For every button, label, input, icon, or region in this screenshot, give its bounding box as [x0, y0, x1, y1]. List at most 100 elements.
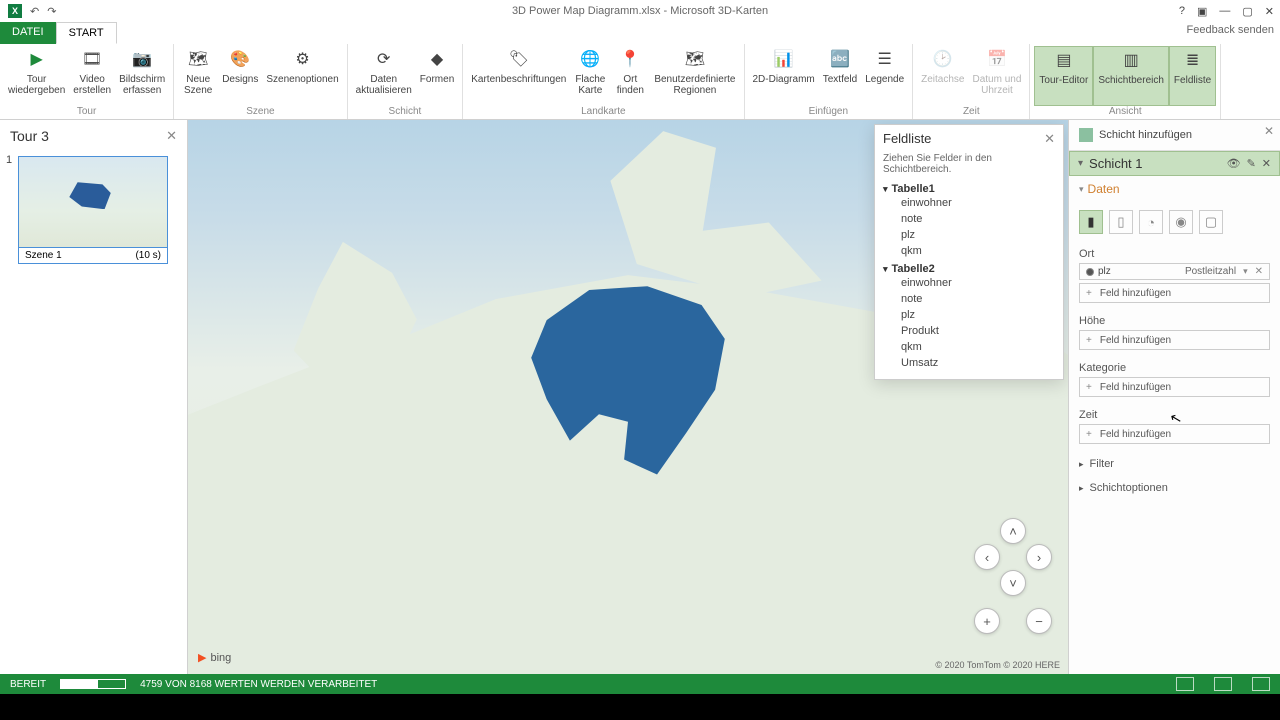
textfield-button[interactable]: 🔤Textfeld [819, 46, 861, 106]
layer-visibility-icon[interactable]: 👁 [1227, 157, 1241, 170]
fieldlist-hint: Ziehen Sie Felder in den Schichtbereich. [875, 153, 1063, 181]
create-video-button[interactable]: 🎞Video erstellen [69, 46, 115, 106]
bing-logo: ▶bing [198, 651, 231, 664]
layer-pane-close-icon[interactable]: ✕ [1264, 124, 1274, 138]
tour-pane-close-icon[interactable]: ✕ [166, 128, 177, 144]
window-title: 3D Power Map Diagramm.xlsx - Microsoft 3… [512, 5, 768, 17]
refresh-data-button[interactable]: ⟳Daten aktualisieren [352, 46, 416, 106]
group-layer-label: Schicht [352, 106, 459, 119]
layer-options-section[interactable]: Schichtoptionen [1069, 476, 1280, 500]
status-progress-text: 4759 VON 8168 WERTEN WERDEN VERARBEITET [140, 679, 377, 690]
field-item[interactable]: plz [883, 307, 1055, 323]
scene-duration: (10 s) [135, 250, 161, 261]
tour-title: Tour 3 [10, 128, 49, 144]
capture-screen-button[interactable]: 📷Bildschirm erfassen [115, 46, 169, 106]
designs-button[interactable]: 🎨Designs [218, 46, 262, 106]
minimize-icon[interactable]: — [1219, 5, 1230, 18]
filter-section[interactable]: Filter [1069, 452, 1280, 476]
zoom-out-button[interactable]: − [1026, 608, 1052, 634]
tab-start[interactable]: START [56, 22, 117, 44]
layer-rename-icon[interactable]: ✎ [1247, 157, 1256, 170]
zeit-add-field[interactable]: Feld hinzufügen [1079, 424, 1270, 444]
viz-stacked-column-button[interactable]: ▮ [1079, 210, 1103, 234]
play-tour-button[interactable]: ▶Tour wiedergeben [4, 46, 69, 106]
field-item[interactable]: Umsatz [883, 355, 1055, 371]
view-mode-2-button[interactable] [1214, 677, 1232, 691]
field-item[interactable]: note [883, 211, 1055, 227]
maximize-icon[interactable]: ▢ [1242, 5, 1252, 18]
map-land [610, 131, 874, 297]
tab-file[interactable]: DATEI [0, 22, 56, 44]
rotate-right-button[interactable]: › [1026, 544, 1052, 570]
add-layer-button[interactable]: Schicht hinzufügen [1069, 120, 1280, 151]
shapes-icon: ◆ [425, 48, 449, 72]
close-icon[interactable]: ✕ [1265, 5, 1274, 18]
field-item[interactable]: qkm [883, 339, 1055, 355]
table-header[interactable]: Tabelle1 [883, 183, 1055, 195]
layer-area-button[interactable]: ▥Schichtbereich [1093, 46, 1169, 106]
datetime-button: 📅Datum und Uhrzeit [969, 46, 1026, 106]
fieldlist-button[interactable]: ≣Feldliste [1169, 46, 1216, 106]
dropdown-icon[interactable]: ▾ [1243, 266, 1248, 277]
ribbon: ▶Tour wiedergeben 🎞Video erstellen 📷Bild… [0, 44, 1280, 120]
view-mode-3-button[interactable] [1252, 677, 1270, 691]
video-icon: 🎞 [80, 48, 104, 72]
table-header[interactable]: Tabelle2 [883, 263, 1055, 275]
fieldlist-icon: ≣ [1181, 49, 1205, 73]
textfield-icon: 🔤 [828, 48, 852, 72]
scene-thumbnail[interactable]: 1 Szene 1 (10 s) [10, 156, 177, 264]
find-location-icon: 📍 [618, 48, 642, 72]
scene-options-button[interactable]: ⚙Szenenoptionen [262, 46, 342, 106]
viz-heatmap-button[interactable]: ◉ [1169, 210, 1193, 234]
zoom-in-button[interactable]: + [974, 608, 1000, 634]
ort-add-field[interactable]: Feld hinzufügen [1079, 283, 1270, 303]
data-section-header[interactable]: Daten [1079, 182, 1270, 196]
field-item[interactable]: note [883, 291, 1055, 307]
custom-regions-button[interactable]: 🗺Benutzerdefinierte Regionen [650, 46, 739, 106]
view-mode-1-button[interactable] [1176, 677, 1194, 691]
field-item[interactable]: plz [883, 227, 1055, 243]
map-labels-button[interactable]: 🏷Kartenbeschriftungen [467, 46, 570, 106]
layer-name: Schicht 1 [1089, 156, 1142, 171]
remove-field-icon[interactable]: ✕ [1255, 266, 1263, 277]
layer-pane: ✕ Schicht hinzufügen ▾ Schicht 1 👁 ✎ ✕ D… [1068, 120, 1280, 674]
tilt-down-button[interactable]: ˅ [1000, 570, 1026, 596]
ribbon-collapse-icon[interactable]: ▣ [1197, 5, 1207, 18]
datetime-icon: 📅 [985, 48, 1009, 72]
fieldlist-close-icon[interactable]: ✕ [1044, 131, 1055, 147]
group-view-label: Ansicht [1034, 106, 1216, 119]
field-item[interactable]: einwohner [883, 195, 1055, 211]
feedback-link[interactable]: Feedback senden [1187, 24, 1274, 36]
field-item[interactable]: einwohner [883, 275, 1055, 291]
group-scene-label: Szene [178, 106, 342, 119]
flat-map-button[interactable]: 🌐Flache Karte [570, 46, 610, 106]
tour-editor-icon: ▤ [1052, 49, 1076, 73]
find-location-button[interactable]: 📍Ort finden [610, 46, 650, 106]
tilt-up-button[interactable]: ˄ [1000, 518, 1026, 544]
ort-field-plz[interactable]: plz Postleitzahl ▾ ✕ [1079, 263, 1270, 280]
legend-button[interactable]: ☰Legende [861, 46, 908, 106]
progress-bar [60, 679, 126, 689]
layer-delete-icon[interactable]: ✕ [1262, 157, 1271, 170]
tour-editor-button[interactable]: ▤Tour-Editor [1034, 46, 1093, 106]
undo-icon[interactable]: ↶ [30, 5, 39, 18]
map-canvas[interactable]: ▶bing © 2020 TomTom © 2020 HERE ˄ ‹ › ˅ … [188, 120, 1068, 674]
new-scene-button[interactable]: 🗺Neue Szene [178, 46, 218, 106]
viz-clustered-column-button[interactable]: ▯ [1109, 210, 1133, 234]
help-icon[interactable]: ? [1179, 5, 1185, 18]
field-item[interactable]: Produkt [883, 323, 1055, 339]
shapes-button[interactable]: ◆Formen [416, 46, 458, 106]
chart2d-button[interactable]: 📊2D-Diagramm [749, 46, 819, 106]
visualization-types: ▮ ▯ ◔ ◉ ▢ [1069, 206, 1280, 244]
hoehe-label: Höhe [1079, 315, 1270, 327]
viz-region-button[interactable]: ▢ [1199, 210, 1223, 234]
layer-header[interactable]: ▾ Schicht 1 👁 ✎ ✕ [1069, 151, 1280, 176]
viz-bubble-button[interactable]: ◔ [1139, 210, 1163, 234]
kategorie-add-field[interactable]: Feld hinzufügen [1079, 377, 1270, 397]
rotate-left-button[interactable]: ‹ [974, 544, 1000, 570]
field-item[interactable]: qkm [883, 243, 1055, 259]
hoehe-add-field[interactable]: Feld hinzufügen [1079, 330, 1270, 350]
titlebar: X ↶ ↷ 3D Power Map Diagramm.xlsx - Micro… [0, 0, 1280, 22]
chart-icon: 📊 [772, 48, 796, 72]
redo-icon[interactable]: ↷ [47, 5, 56, 18]
